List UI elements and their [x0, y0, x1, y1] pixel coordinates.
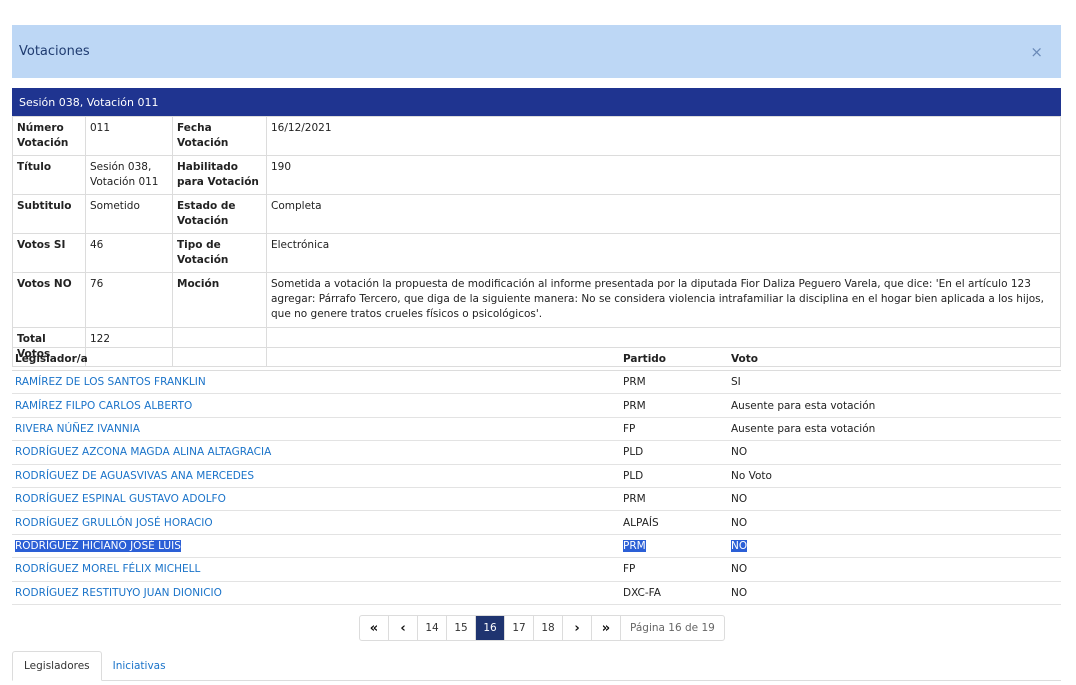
numero-label: Número Votación	[12, 116, 86, 156]
table-row: RODRÍGUEZ ESPINAL GUSTAVO ADOLFO PRM NO	[12, 487, 1061, 512]
selected-text: NO	[731, 539, 748, 552]
vote-cell: NO	[728, 557, 1061, 582]
party-cell: PLD	[620, 440, 728, 465]
legislator-link[interactable]: RODRÍGUEZ AZCONA MAGDA ALINA ALTAGRACIA	[15, 446, 271, 458]
party-cell: PRM	[620, 370, 728, 395]
titulo-label: Título	[12, 155, 86, 195]
table-row: RODRÍGUEZ RESTITUYO JUAN DIONICIO DXC-FA…	[12, 581, 1061, 605]
subtitulo-value: Sometido	[85, 194, 173, 234]
party-cell: FP	[620, 417, 728, 442]
fecha-value: 16/12/2021	[266, 116, 1061, 156]
table-row: RODRÍGUEZ MOREL FÉLIX MICHELL FP NO	[12, 557, 1061, 582]
legislators-table: Legislador/a Partido Voto RAMÍREZ DE LOS…	[12, 347, 1061, 605]
last-page-icon[interactable]: »	[592, 616, 621, 640]
party-cell: PLD	[620, 464, 728, 488]
page-18-button[interactable]: 18	[534, 616, 563, 640]
tab-iniciativas[interactable]: Iniciativas	[102, 651, 177, 681]
vote-cell: NO	[728, 534, 1061, 559]
party-cell: FP	[620, 557, 728, 582]
fecha-label: Fecha Votación	[172, 116, 267, 156]
vote-cell: NO	[728, 581, 1061, 605]
page-15-button[interactable]: 15	[447, 616, 476, 640]
votos-no-value: 76	[85, 272, 173, 328]
subtitulo-label: Subtitulo	[12, 194, 86, 234]
estado-label: Estado de Votación	[172, 194, 267, 234]
vote-cell: NO	[728, 487, 1061, 512]
vote-cell: Ausente para esta votación	[728, 393, 1061, 418]
first-page-icon[interactable]: «	[360, 616, 389, 640]
table-row: RODRÍGUEZ GRULLÓN JOSÉ HORACIO ALPAÍS NO	[12, 510, 1061, 535]
legislator-link[interactable]: RODRÍGUEZ ESPINAL GUSTAVO ADOLFO	[15, 493, 226, 505]
modal-header: Votaciones ×	[12, 25, 1061, 78]
next-page-icon[interactable]: ›	[563, 616, 592, 640]
tab-legisladores[interactable]: Legisladores	[12, 651, 102, 681]
legislator-link[interactable]: RIVERA NÚÑEZ IVANNIA	[15, 423, 140, 435]
legislator-link[interactable]: RODRÍGUEZ MOREL FÉLIX MICHELL	[15, 563, 200, 575]
legislator-link[interactable]: RODRÍGUEZ RESTITUYO JUAN DIONICIO	[15, 587, 222, 599]
mocion-value: Sometida a votación la propuesta de modi…	[266, 272, 1061, 328]
legislator-link[interactable]: RODRÍGUEZ DE AGUASVIVAS ANA MERCEDES	[15, 470, 254, 482]
session-title-bar: Sesión 038, Votación 011	[12, 88, 1061, 116]
vote-details-table: Número Votación 011 Fecha Votación 16/12…	[12, 116, 1061, 367]
vote-cell: No Voto	[728, 464, 1061, 488]
party-cell: PRM	[620, 393, 728, 418]
header-partido: Partido	[620, 347, 728, 371]
close-icon[interactable]: ×	[1030, 43, 1043, 61]
habilitado-label: Habilitado para Votación	[172, 155, 267, 195]
pagination: « ‹ 14 15 16 17 18 › » Página 16 de 19	[359, 615, 725, 641]
table-row: RODRÍGUEZ AZCONA MAGDA ALINA ALTAGRACIA …	[12, 440, 1061, 465]
party-cell: PRM	[620, 487, 728, 512]
page-17-button[interactable]: 17	[505, 616, 534, 640]
prev-page-icon[interactable]: ‹	[389, 616, 418, 640]
table-row: RAMÍREZ FILPO CARLOS ALBERTO PRM Ausente…	[12, 393, 1061, 418]
mocion-label: Moción	[172, 272, 267, 328]
vote-cell: NO	[728, 510, 1061, 535]
votos-si-label: Votos SI	[12, 233, 86, 273]
vote-cell: SI	[728, 370, 1061, 395]
legislator-link[interactable]: RODRÍGUEZ HICIANO JOSÉ LUIS	[15, 539, 181, 552]
table-row: RAMÍREZ DE LOS SANTOS FRANKLIN PRM SI	[12, 370, 1061, 395]
numero-value: 011	[85, 116, 173, 156]
table-row: RIVERA NÚÑEZ IVANNIA FP Ausente para est…	[12, 417, 1061, 442]
tipo-label: Tipo de Votación	[172, 233, 267, 273]
header-legislador: Legislador/a	[12, 347, 620, 371]
party-cell: DXC-FA	[620, 581, 728, 605]
tipo-value: Electrónica	[266, 233, 1061, 273]
page-info: Página 16 de 19	[630, 622, 715, 634]
titulo-value: Sesión 038, Votación 011	[85, 155, 173, 195]
legislator-link[interactable]: RAMÍREZ DE LOS SANTOS FRANKLIN	[15, 376, 206, 388]
tabs: Legisladores Iniciativas	[12, 651, 1061, 681]
header-voto: Voto	[728, 347, 1061, 371]
legislator-link[interactable]: RAMÍREZ FILPO CARLOS ALBERTO	[15, 400, 192, 412]
party-cell: PRM	[620, 534, 728, 559]
votos-si-value: 46	[85, 233, 173, 273]
selected-text: PRM	[623, 539, 646, 552]
legislator-link[interactable]: RODRÍGUEZ GRULLÓN JOSÉ HORACIO	[15, 517, 213, 529]
habilitado-value: 190	[266, 155, 1061, 195]
selected-text: RODRÍGUEZ HICIANO JOSÉ LUIS	[15, 539, 181, 552]
page-14-button[interactable]: 14	[418, 616, 447, 640]
vote-cell: NO	[728, 440, 1061, 465]
vote-cell: Ausente para esta votación	[728, 417, 1061, 442]
votos-no-label: Votos NO	[12, 272, 86, 328]
page-16-button[interactable]: 16	[476, 616, 505, 640]
table-row-selected: RODRÍGUEZ HICIANO JOSÉ LUIS PRM NO	[12, 534, 1061, 559]
modal-title: Votaciones	[19, 44, 90, 59]
table-row: RODRÍGUEZ DE AGUASVIVAS ANA MERCEDES PLD…	[12, 464, 1061, 488]
estado-value: Completa	[266, 194, 1061, 234]
party-cell: ALPAÍS	[620, 510, 728, 535]
